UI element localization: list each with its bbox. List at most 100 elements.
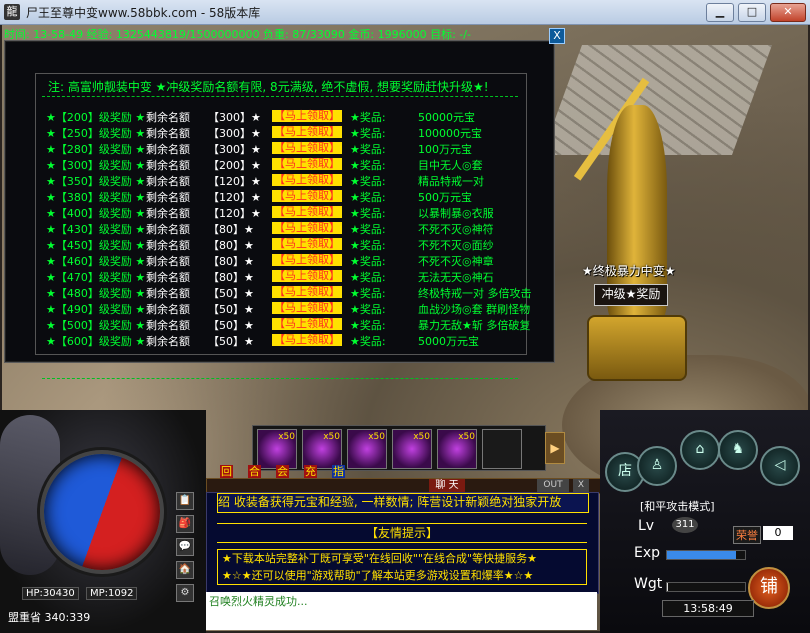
item-slot[interactable]: x50 bbox=[302, 429, 342, 469]
claim-button[interactable]: 【马上领取】 bbox=[272, 222, 342, 234]
shop-button[interactable]: 铺 bbox=[748, 567, 790, 609]
game-clock: 13:58:49 bbox=[662, 600, 754, 617]
prize-label: ★奖品: bbox=[350, 271, 386, 284]
skillbar-next-arrow[interactable]: ▶ bbox=[545, 432, 565, 464]
item-count: x50 bbox=[368, 432, 385, 442]
prize-value: 100000元宝 bbox=[418, 127, 482, 140]
quota-label: 剩余名额 bbox=[146, 239, 190, 252]
prize-label: ★奖品: bbox=[350, 223, 386, 236]
reward-level: ★【350】级奖励 ★ bbox=[46, 175, 146, 188]
prize-label: ★奖品: bbox=[350, 335, 386, 348]
claim-button[interactable]: 【马上领取】 bbox=[272, 254, 342, 266]
prize-label: ★奖品: bbox=[350, 159, 386, 172]
prize-value: 不死不灭◎神章 bbox=[418, 255, 494, 268]
mp-value: MP:1092 bbox=[86, 587, 138, 600]
maximize-button[interactable]: □ bbox=[738, 3, 766, 22]
exp-bar bbox=[666, 550, 746, 560]
chat-close-button[interactable]: X bbox=[573, 479, 589, 492]
claim-button[interactable]: 【马上领取】 bbox=[272, 142, 342, 154]
system-message: 召唤烈火精灵成功... bbox=[206, 592, 597, 630]
skill-button[interactable]: ♞ bbox=[718, 430, 758, 470]
quick-tab[interactable]: 充值 bbox=[304, 465, 317, 491]
level-value: 311 bbox=[672, 517, 698, 533]
claim-button[interactable]: 【马上领取】 bbox=[272, 174, 342, 186]
prize-value: 以暴制暴◎衣服 bbox=[418, 207, 494, 220]
quick-tab[interactable]: 回收 bbox=[220, 465, 233, 491]
prize-label: ★奖品: bbox=[350, 239, 386, 252]
attack-mode[interactable]: [和平攻击模式] bbox=[640, 498, 715, 514]
reward-level: ★【380】级奖励 ★ bbox=[46, 191, 146, 204]
npc-reward-button[interactable]: 冲级★奖励 bbox=[594, 284, 668, 306]
quick-tab[interactable]: 指南 bbox=[332, 465, 345, 491]
reward-level: ★【300】级奖励 ★ bbox=[46, 159, 146, 172]
claim-button[interactable]: 【马上领取】 bbox=[272, 334, 342, 346]
claim-button[interactable]: 【马上领取】 bbox=[272, 270, 342, 282]
item-count: x50 bbox=[278, 432, 295, 442]
quota-value: 【200】★ bbox=[208, 159, 261, 172]
item-slot-bar: x50 x50 x50 x50 x50 bbox=[252, 425, 546, 471]
character-button[interactable]: ♙ bbox=[637, 446, 677, 486]
side-menu-icon[interactable]: 🏠 bbox=[176, 561, 194, 579]
prize-value: 精品特戒一对 bbox=[418, 175, 484, 188]
reward-level: ★【470】级奖励 ★ bbox=[46, 271, 146, 284]
claim-button[interactable]: 【马上领取】 bbox=[272, 286, 342, 298]
claim-button[interactable]: 【马上领取】 bbox=[272, 206, 342, 218]
quota-label: 剩余名额 bbox=[146, 319, 190, 332]
weight-bar-fill bbox=[667, 583, 668, 591]
prize-label: ★奖品: bbox=[350, 143, 386, 156]
side-menu-icon[interactable]: 🎒 bbox=[176, 515, 194, 533]
prize-value: 无法无天◎神石 bbox=[418, 271, 494, 284]
close-window-button[interactable]: ✕ bbox=[770, 3, 806, 22]
reward-level: ★【500】级奖励 ★ bbox=[46, 319, 146, 332]
prize-value: 500万元宝 bbox=[418, 191, 472, 204]
reward-notice: 注: 高富帅靓装中变 ★冲级奖励名额有限, 8元满级, 绝不虚假, 想要奖励赶快… bbox=[48, 80, 489, 94]
claim-button[interactable]: 【马上领取】 bbox=[272, 318, 342, 330]
quota-value: 【80】★ bbox=[208, 223, 254, 236]
item-slot[interactable] bbox=[482, 429, 522, 469]
quota-value: 【50】★ bbox=[208, 287, 254, 300]
claim-button[interactable]: 【马上领取】 bbox=[272, 190, 342, 202]
quota-label: 剩余名额 bbox=[146, 335, 190, 348]
prize-value: 暴力无敌★斩 多倍破复 bbox=[418, 319, 531, 332]
chat-out-button[interactable]: OUT bbox=[537, 479, 569, 492]
prize-label: ★奖品: bbox=[350, 303, 386, 316]
prize-value: 不死不灭◎面纱 bbox=[418, 239, 494, 252]
prize-label: ★奖品: bbox=[350, 319, 386, 332]
level-label: Lv bbox=[638, 518, 655, 534]
claim-button[interactable]: 【马上领取】 bbox=[272, 110, 342, 122]
panel-close-button[interactable]: X bbox=[549, 28, 565, 44]
claim-button[interactable]: 【马上领取】 bbox=[272, 158, 342, 170]
item-slot[interactable]: x50 bbox=[437, 429, 477, 469]
claim-button[interactable]: 【马上领取】 bbox=[272, 238, 342, 250]
divider-top bbox=[42, 96, 518, 97]
quota-label: 剩余名额 bbox=[146, 271, 190, 284]
quick-tab[interactable]: 会员 bbox=[276, 465, 289, 491]
side-menu-icon[interactable]: 📋 bbox=[176, 492, 194, 510]
chat-box[interactable]: 绍 收装备获得元宝和经验, 一样数情; 阵营设计新颖绝对独家开放 【友情提示】 … bbox=[206, 492, 599, 594]
quota-value: 【120】★ bbox=[208, 207, 261, 220]
bag-button[interactable]: ⌂ bbox=[680, 430, 720, 470]
claim-button[interactable]: 【马上领取】 bbox=[272, 302, 342, 314]
quota-label: 剩余名额 bbox=[146, 175, 190, 188]
item-slot[interactable]: x50 bbox=[392, 429, 432, 469]
quick-tab[interactable]: 合成 bbox=[248, 465, 261, 491]
item-slot[interactable]: x50 bbox=[347, 429, 387, 469]
quota-value: 【300】★ bbox=[208, 127, 261, 140]
claim-button[interactable]: 【马上领取】 bbox=[272, 126, 342, 138]
quota-value: 【80】★ bbox=[208, 271, 254, 284]
prize-value: 目中无人◎套 bbox=[418, 159, 483, 172]
app-icon: 龍 bbox=[4, 4, 20, 20]
weight-label: Wgt bbox=[634, 576, 663, 592]
chat-tab[interactable]: 聊 天 bbox=[429, 479, 465, 492]
side-menu-icon[interactable]: 💬 bbox=[176, 538, 194, 556]
prize-value: 5000万元宝 bbox=[418, 335, 479, 348]
sound-button[interactable]: ◁ bbox=[760, 446, 800, 486]
reward-level: ★【460】级奖励 ★ bbox=[46, 255, 146, 268]
reward-level: ★【490】级奖励 ★ bbox=[46, 303, 146, 316]
side-menu-icon[interactable]: ⚙ bbox=[176, 584, 194, 602]
hp-value: HP:30430 bbox=[22, 587, 79, 600]
item-count: x50 bbox=[458, 432, 475, 442]
minimize-button[interactable]: ▁ bbox=[706, 3, 734, 22]
honor-label: 荣誉 bbox=[733, 526, 761, 544]
item-slot[interactable]: x50 bbox=[257, 429, 297, 469]
